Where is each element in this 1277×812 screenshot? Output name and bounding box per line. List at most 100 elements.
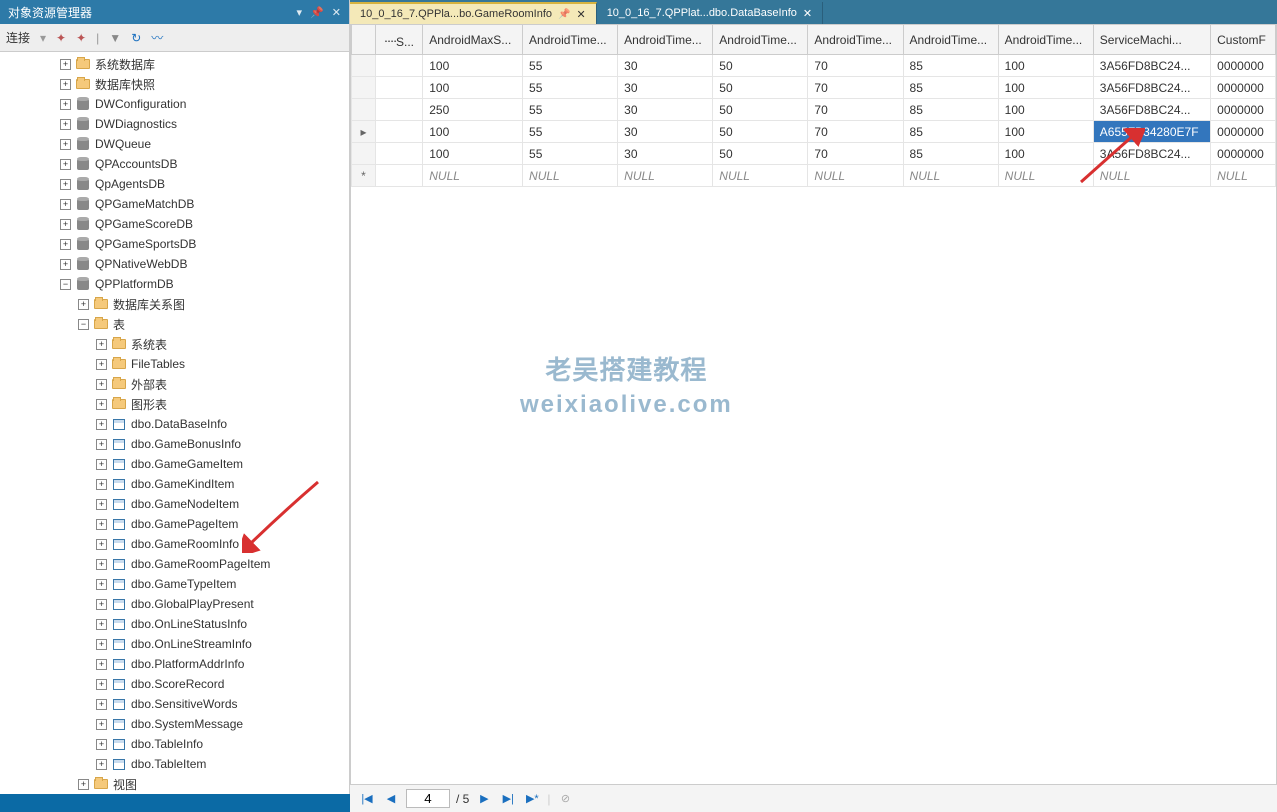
expand-icon[interactable]: + [60,79,71,90]
column-header[interactable]: AndroidMaxS... [423,25,523,55]
tree-node[interactable]: +dbo.GameNodeItem [0,494,349,514]
expand-icon[interactable]: + [96,699,107,710]
table-row[interactable]: 10055305070851003A56FD8BC24...0000000 [352,143,1276,165]
grid-cell[interactable]: NULL [808,165,903,187]
expand-icon[interactable]: + [60,119,71,130]
grid-cell[interactable]: 100 [423,143,523,165]
expand-icon[interactable]: + [96,519,107,530]
expand-icon[interactable]: + [96,499,107,510]
nav-new-icon[interactable]: ▶* [523,790,541,808]
grid-cell[interactable]: 30 [618,143,713,165]
grid-cell[interactable]: 100 [998,77,1093,99]
tree-node[interactable]: +dbo.TableInfo [0,734,349,754]
tree-view[interactable]: +系统数据库+数据库快照+DWConfiguration+DWDiagnosti… [0,52,349,812]
grid-cell[interactable]: 50 [713,77,808,99]
expand-icon[interactable]: + [96,679,107,690]
dropdown-icon[interactable]: ▾ [297,6,303,19]
document-tab[interactable]: 10_0_16_7.QPPlat...dbo.DataBaseInfo✕ [597,2,823,24]
expand-icon[interactable]: + [60,99,71,110]
grid-cell[interactable]: 55 [523,143,618,165]
expand-icon[interactable]: + [96,739,107,750]
tree-node[interactable]: +FileTables [0,354,349,374]
nav-prev-icon[interactable]: ◀ [382,790,400,808]
row-selector[interactable] [352,143,376,165]
nav-first-icon[interactable]: |◀ [358,790,376,808]
grid-cell[interactable]: 55 [523,121,618,143]
document-tab[interactable]: 10_0_16_7.QPPla...bo.GameRoomInfo📌✕ [350,2,597,24]
grid-cell[interactable]: 70 [808,55,903,77]
expand-icon[interactable]: + [96,599,107,610]
close-icon[interactable]: ✕ [576,8,585,21]
tree-node[interactable]: +DWDiagnostics [0,114,349,134]
column-header[interactable]: AndroidTime... [713,25,808,55]
pin-icon[interactable]: 📌 [558,9,570,20]
expand-icon[interactable]: + [96,459,107,470]
tree-node[interactable]: +外部表 [0,374,349,394]
expand-icon[interactable]: + [96,539,107,550]
grid-cell[interactable]: 70 [808,99,903,121]
row-selector[interactable]: ▸ [352,121,376,143]
tree-node[interactable]: +dbo.GameRoomInfo [0,534,349,554]
expand-icon[interactable]: + [96,639,107,650]
expand-icon[interactable]: + [60,139,71,150]
expand-icon[interactable]: + [78,299,89,310]
grid-cell[interactable]: NULL [618,165,713,187]
grid-cell[interactable]: 100 [998,143,1093,165]
expand-icon[interactable]: + [96,719,107,730]
tree-node[interactable]: +QpAgentsDB [0,174,349,194]
nav-extra-icon[interactable]: ⊘ [556,790,574,808]
row-selector[interactable] [352,55,376,77]
grid-cell[interactable]: 85 [903,143,998,165]
grid-cell[interactable]: 0000000 [1211,143,1276,165]
tree-node[interactable]: −QPPlatformDB [0,274,349,294]
tree-node[interactable]: +QPNativeWebDB [0,254,349,274]
table-row[interactable]: ▸1005530507085100A655FB34280E7F0000000 [352,121,1276,143]
tree-node[interactable]: +系统数据库 [0,54,349,74]
expand-icon[interactable]: + [78,779,89,790]
grid-cell[interactable]: 85 [903,55,998,77]
grid-cell[interactable]: 30 [618,77,713,99]
table-row[interactable]: 10055305070851003A56FD8BC24...0000000 [352,55,1276,77]
column-header[interactable]: AndroidTime... [618,25,713,55]
tree-node[interactable]: +dbo.PlatformAddrInfo [0,654,349,674]
tree-node[interactable]: +dbo.GlobalPlayPresent [0,594,349,614]
tree-node[interactable]: +DWConfiguration [0,94,349,114]
grid-cell[interactable]: 50 [713,143,808,165]
column-header[interactable]: AndroidTime... [523,25,618,55]
expand-icon[interactable]: + [60,239,71,250]
grid-cell[interactable]: 30 [618,121,713,143]
grid-cell[interactable]: 250 [423,99,523,121]
expand-icon[interactable]: + [96,379,107,390]
expand-icon[interactable]: + [60,179,71,190]
expand-icon[interactable]: + [96,659,107,670]
toolbar-icon-2[interactable]: ✦ [76,31,86,45]
grid-cell[interactable]: 3A56FD8BC24... [1093,77,1210,99]
nav-next-icon[interactable]: ▶ [475,790,493,808]
grid-cell[interactable]: 100 [998,99,1093,121]
expand-icon[interactable]: + [96,479,107,490]
grid-cell[interactable]: 0000000 [1211,55,1276,77]
tree-node[interactable]: +系统表 [0,334,349,354]
grid-cell[interactable]: NULL [903,165,998,187]
grid-cell[interactable]: NULL [1093,165,1210,187]
tree-node[interactable]: +dbo.TableItem [0,754,349,774]
grid-cell[interactable]: NULL [423,165,523,187]
tree-node[interactable]: +dbo.GameKindItem [0,474,349,494]
grid-cell[interactable] [376,77,423,99]
grid-cell[interactable]: 100 [423,55,523,77]
grid-cell[interactable]: 50 [713,55,808,77]
close-icon[interactable]: ✕ [803,7,812,20]
column-header[interactable]: ᠁S... [376,25,423,55]
collapse-icon[interactable]: − [78,319,89,330]
tree-node[interactable]: +视图 [0,774,349,794]
grid-cell[interactable]: 30 [618,55,713,77]
tree-node[interactable]: +QPGameMatchDB [0,194,349,214]
pin-icon[interactable]: 📌 [310,6,324,19]
expand-icon[interactable]: + [96,559,107,570]
tree-node[interactable]: +dbo.ScoreRecord [0,674,349,694]
tree-node[interactable]: +数据库关系图 [0,294,349,314]
row-selector[interactable]: * [352,165,376,187]
connect-label[interactable]: 连接 [6,29,30,46]
grid-cell[interactable]: 3A56FD8BC24... [1093,143,1210,165]
grid-cell[interactable]: 55 [523,99,618,121]
